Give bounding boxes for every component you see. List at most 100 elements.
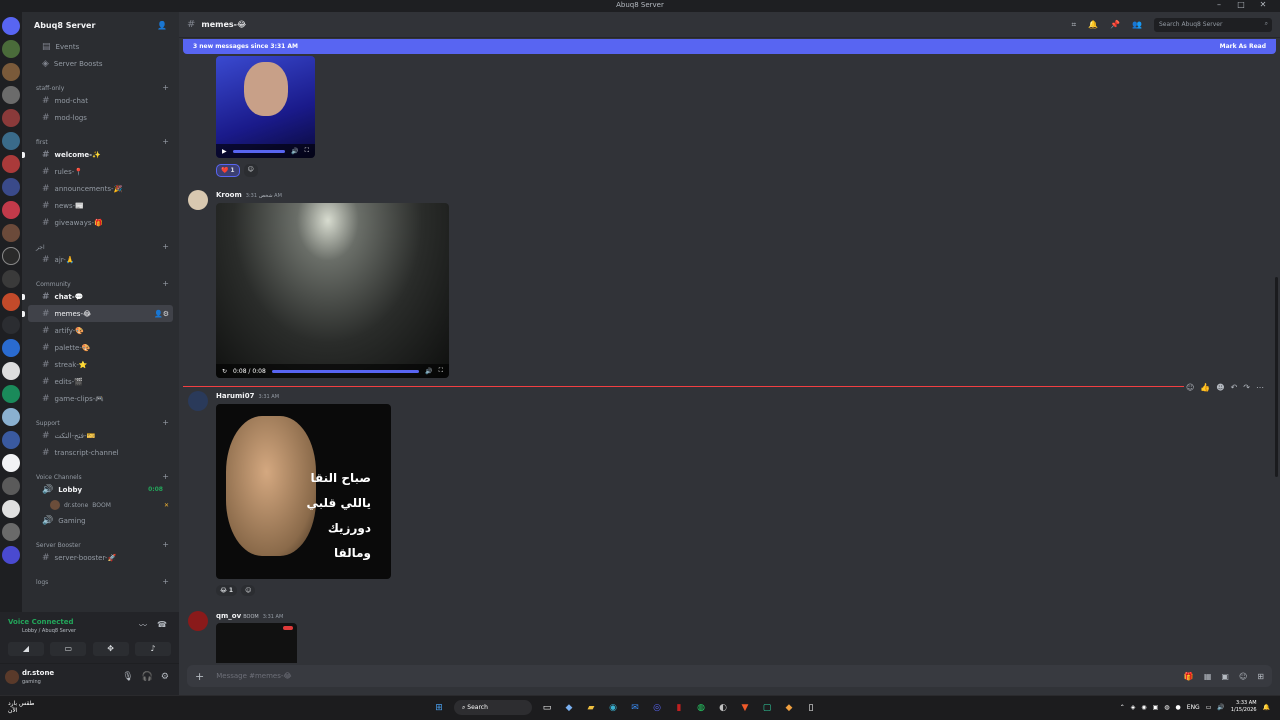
emoji-icon[interactable]: ☺ [1239,672,1247,681]
add-channel-icon[interactable]: + [162,418,169,427]
voice-user[interactable]: dr.stone BOOM ✕ [22,498,179,512]
progress-track[interactable] [232,149,286,153]
pin-icon[interactable]: 📌 [1110,20,1120,29]
tray-app-icon[interactable]: ▣ [1153,704,1159,711]
server-icon[interactable] [2,339,20,357]
server-icon[interactable] [2,316,20,334]
channel-mod-chat[interactable]: # mod-chat [28,92,173,109]
progress-track[interactable] [271,369,420,373]
whatsapp-icon[interactable]: ◍ [694,701,708,715]
gear-icon[interactable]: ⚙ [161,672,169,682]
edge-icon[interactable]: ◉ [606,701,620,715]
maximize-icon[interactable]: □ [1232,0,1250,9]
reply-icon[interactable]: ↶ [1231,383,1238,392]
members-icon[interactable]: 👥 [1132,20,1142,29]
app-icon[interactable]: ▢ [760,701,774,715]
steam-icon[interactable]: ◐ [716,701,730,715]
channel-edits[interactable]: # edits-🎬 [28,373,173,390]
video-attachment[interactable]: ▶ 🔊 ⛶ [216,56,315,158]
tray-app-icon[interactable]: ◉ [1141,704,1146,711]
minimize-icon[interactable]: – [1210,0,1228,9]
server-icon[interactable] [2,500,20,518]
server-name-header[interactable]: Abuq8 Server 👤 [22,12,179,38]
reaction[interactable]: 😂 1 [216,585,238,596]
channel-news[interactable]: # news-📰 [28,197,173,214]
copilot-icon[interactable]: ◆ [562,701,576,715]
windows-start-icon[interactable]: ⊞ [432,701,446,715]
weather-widget[interactable]: طقس بارد الآن [8,700,34,714]
close-icon[interactable]: ✕ [1254,0,1272,9]
channel-settings-icon[interactable]: 👤⚙ [154,310,169,318]
server-icon[interactable] [2,132,20,150]
channel-chat[interactable]: # chat-💬 [22,288,173,305]
category-support[interactable]: Support + [22,413,179,427]
server-icon[interactable] [2,477,20,495]
tray-app-icon[interactable]: ◈ [1131,704,1136,711]
user-avatar[interactable] [5,670,19,684]
voice-channel-gaming[interactable]: 🔊 Gaming [28,512,173,529]
volume-icon[interactable]: 🔊 [1217,704,1224,711]
server-icon[interactable] [2,362,20,380]
channel-announcements[interactable]: # announcements-🎉 [28,180,173,197]
server-icon[interactable] [2,408,20,426]
microphone-icon[interactable]: 🎙 [122,672,133,682]
channel-welcome[interactable]: # welcome-✨ [22,146,173,163]
file-explorer-icon[interactable]: ▰ [584,701,598,715]
voice-location[interactable]: Lobby / Abuq8 Server [22,628,76,634]
forward-icon[interactable]: ↷ [1243,383,1250,392]
thumbs-up-icon[interactable]: 👍 [1200,383,1210,392]
add-reaction-icon[interactable]: ☺ [243,164,258,177]
channel-rules[interactable]: # rules-📍 [28,163,173,180]
screen-share-button[interactable]: ▭ [50,642,87,656]
fullscreen-icon[interactable]: ⛶ [439,367,443,375]
play-icon[interactable]: ▶ [222,148,227,155]
fullscreen-icon[interactable]: ⛶ [305,147,309,155]
threads-icon[interactable]: ⌗ [1072,20,1077,30]
events-item[interactable]: ▤ Events [28,38,173,55]
replay-icon[interactable]: ↻ [222,368,227,375]
server-icon[interactable] [2,40,20,58]
volume-icon[interactable]: 🔊 [291,148,298,155]
avatar[interactable] [188,611,208,631]
mark-as-read-button[interactable]: Mark As Read [1220,43,1266,50]
category-community[interactable]: Community + [22,274,179,288]
channel-memes[interactable]: # memes-😂 👤⚙ [22,305,173,322]
add-member-icon[interactable]: 👤 [157,21,167,30]
channel-open-ticket[interactable]: # فتح-التكت-🎫 [28,427,173,444]
tray-app-icon[interactable]: ● [1176,704,1181,711]
server-icon[interactable] [2,293,20,311]
brave-icon[interactable]: ▼ [738,701,752,715]
username[interactable]: Kroom [216,191,242,199]
server-boosts-item[interactable]: ◈ Server Boosts [28,55,173,72]
attach-icon[interactable]: + [195,670,204,683]
noise-suppression-icon[interactable]: 〰 [139,620,147,631]
sticker-icon[interactable]: ▣ [1221,672,1229,681]
server-icon[interactable] [2,270,20,288]
disconnect-icon[interactable]: ☎ [157,620,167,631]
channel-giveaways[interactable]: # giveaways-🎁 [28,214,173,231]
app-icon[interactable]: ◆ [782,701,796,715]
clock[interactable]: 3:33 AM 1/15/2026 [1231,700,1257,714]
avatar[interactable] [188,190,208,210]
add-channel-icon[interactable]: + [162,577,169,586]
avatar[interactable] [188,391,208,411]
taskbar-search[interactable]: ⌕ Search [454,700,532,715]
reaction[interactable]: ❤️ 1 [216,164,240,177]
more-icon[interactable]: ⋯ [1256,383,1264,392]
task-view-icon[interactable]: ▭ [540,701,554,715]
notepad-icon[interactable]: ▯ [804,701,818,715]
server-icon[interactable] [2,178,20,196]
channel-palette[interactable]: # palette-🎨 [28,339,173,356]
gif-icon[interactable]: ▦ [1204,672,1212,681]
tray-app-icon[interactable]: ◍ [1164,704,1169,711]
category-ajr[interactable]: اجر + [22,237,179,251]
channel-artify[interactable]: # artify-🎨 [28,322,173,339]
discord-icon[interactable]: ◎ [650,701,664,715]
category-logs[interactable]: logs + [22,572,179,586]
server-icon[interactable] [2,63,20,81]
server-icon[interactable] [2,546,20,564]
apps-icon[interactable]: ⊞ [1257,672,1264,681]
category-voice[interactable]: Voice Channels + [22,467,179,481]
username[interactable]: qm_ov [216,612,241,620]
mail-icon[interactable]: ✉ [628,701,642,715]
